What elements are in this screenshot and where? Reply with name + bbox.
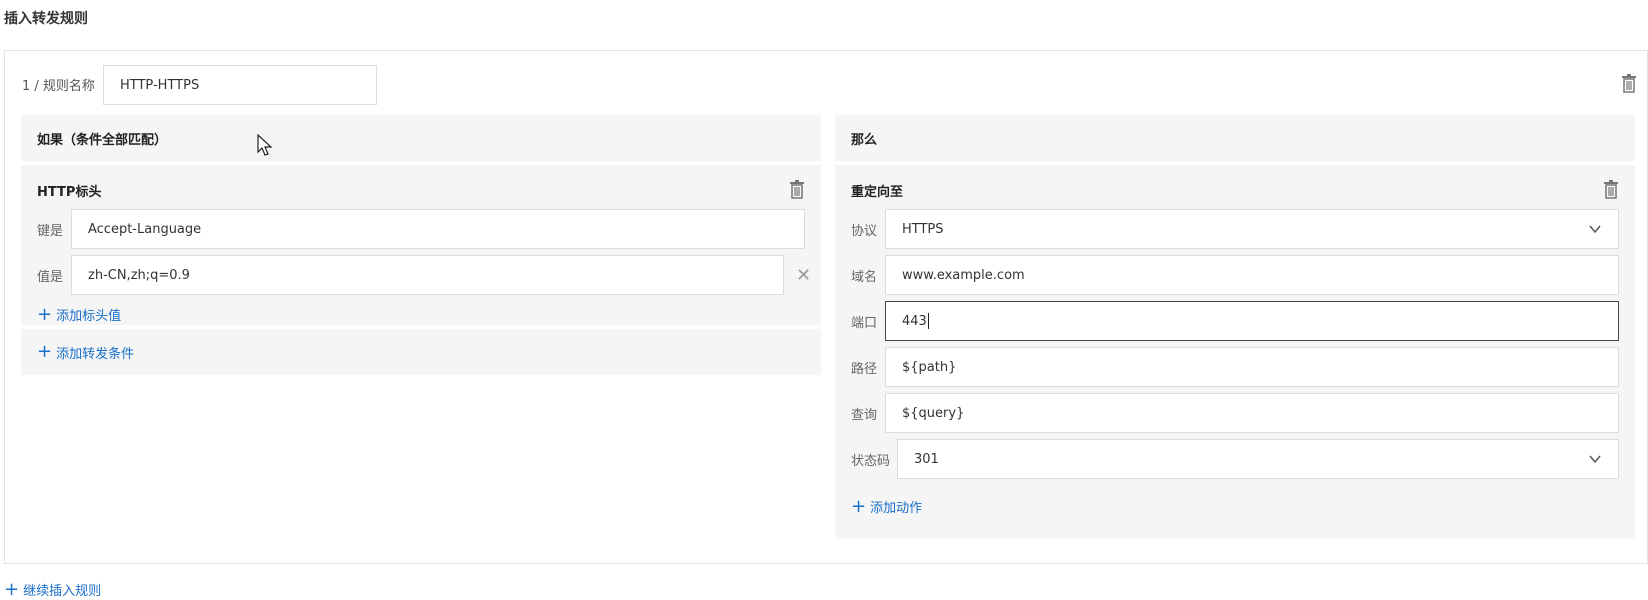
path-row: 路径 ${path} xyxy=(851,347,1619,387)
delete-rule-button[interactable] xyxy=(1621,73,1637,97)
key-label: 键是 xyxy=(37,223,64,239)
protocol-row: 协议 HTTPS xyxy=(851,209,1619,249)
port-value: 443 xyxy=(902,313,927,329)
plus-icon: + xyxy=(37,341,53,362)
add-rule-label: 继续插入规则 xyxy=(23,584,102,599)
domain-input[interactable]: www.example.com xyxy=(885,255,1619,295)
add-condition-label: 添加转发条件 xyxy=(56,346,135,362)
plus-icon: + xyxy=(851,495,867,517)
add-header-value-button[interactable]: + 添加标头值 xyxy=(37,305,121,324)
if-panel-header: 如果（条件全部匹配） xyxy=(21,115,821,161)
port-label: 端口 xyxy=(851,315,878,331)
query-row: 查询 ${query} xyxy=(851,393,1619,433)
text-caret xyxy=(927,313,929,329)
header-value-input[interactable]: zh-CN,zh;q=0.9 xyxy=(71,255,784,295)
status-code-label: 状态码 xyxy=(851,453,891,469)
header-key-input[interactable]: Accept-Language xyxy=(71,209,805,249)
close-icon[interactable]: ✕ xyxy=(796,265,811,286)
action-block-redirect: 重定向至 协议 HTTPS 域名 www.example.com 端口 443 … xyxy=(835,165,1635,539)
port-row: 端口 443 xyxy=(851,301,1619,341)
rule-index-label: 1 / 规则名称 xyxy=(22,79,95,94)
rule-name-input[interactable]: HTTP-HTTPS xyxy=(103,65,377,105)
status-code-select[interactable]: 301 xyxy=(897,439,1619,479)
status-code-row: 状态码 301 xyxy=(851,439,1619,479)
delete-condition-button[interactable] xyxy=(789,179,805,203)
page-title: 插入转发规则 xyxy=(4,11,88,27)
add-action-label: 添加动作 xyxy=(870,501,923,516)
port-input[interactable]: 443 xyxy=(885,301,1619,341)
path-label: 路径 xyxy=(851,361,878,377)
query-label: 查询 xyxy=(851,407,878,423)
add-action-button[interactable]: + 添加动作 xyxy=(851,497,922,516)
condition-block-http-header: HTTP标头 键是 Accept-Language 值是 zh-CN,zh;q=… xyxy=(21,165,821,325)
domain-label: 域名 xyxy=(851,269,878,285)
action-title: 重定向至 xyxy=(851,185,904,200)
plus-icon: + xyxy=(4,578,20,600)
chevron-down-icon xyxy=(1589,455,1601,464)
add-condition-block: + 添加转发条件 xyxy=(21,329,821,375)
header-key-row: 键是 Accept-Language xyxy=(37,209,805,249)
value-label: 值是 xyxy=(37,269,64,285)
add-header-value-label: 添加标头值 xyxy=(56,309,122,324)
trash-icon xyxy=(790,180,804,199)
chevron-down-icon xyxy=(1589,225,1601,234)
plus-icon: + xyxy=(37,303,53,325)
status-code-value: 301 xyxy=(914,451,939,467)
delete-action-button[interactable] xyxy=(1603,179,1619,203)
domain-row: 域名 www.example.com xyxy=(851,255,1619,295)
protocol-value: HTTPS xyxy=(902,221,944,237)
trash-icon xyxy=(1622,74,1636,93)
condition-title: HTTP标头 xyxy=(37,185,102,200)
query-input[interactable]: ${query} xyxy=(885,393,1619,433)
protocol-select[interactable]: HTTPS xyxy=(885,209,1619,249)
if-panel: 如果（条件全部匹配） HTTP标头 键是 Accept-Language 值是 xyxy=(21,115,821,375)
trash-icon xyxy=(1604,180,1618,199)
rule-card: 1 / 规则名称 HTTP-HTTPS 如果（条件全部匹配） HTTP标头 键是… xyxy=(4,50,1648,564)
header-value-row: 值是 zh-CN,zh;q=0.9 ✕ xyxy=(37,255,811,295)
protocol-label: 协议 xyxy=(851,223,878,239)
add-rule-button[interactable]: + 继续插入规则 xyxy=(4,580,101,599)
then-panel-header: 那么 xyxy=(835,115,1635,161)
mouse-cursor-icon xyxy=(257,134,273,156)
then-panel: 那么 重定向至 协议 HTTPS 域名 www.example.com 端口 4… xyxy=(835,115,1635,539)
add-condition-button[interactable]: + 添加转发条件 xyxy=(37,343,134,362)
path-input[interactable]: ${path} xyxy=(885,347,1619,387)
